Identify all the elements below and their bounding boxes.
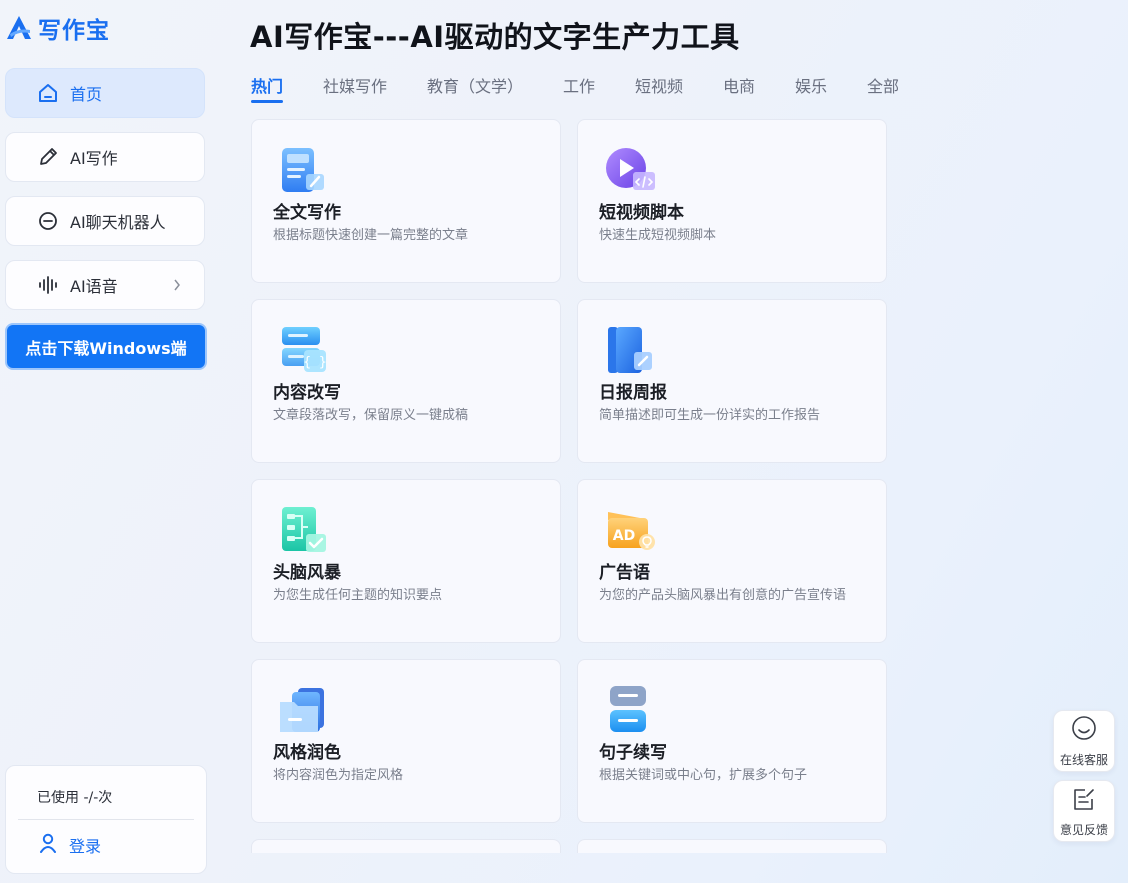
- card-title: 风格润色: [273, 743, 341, 763]
- usage-count: 已使用 -/-次: [37, 790, 113, 806]
- card-title: 全文写作: [273, 203, 341, 223]
- sentence-continue-icon: [610, 686, 646, 732]
- tool-card-ad-slogan[interactable]: AD 广告语 为您的产品头脑风暴出有创意的广告宣传语: [577, 479, 887, 643]
- download-windows-button[interactable]: 点击下载Windows端: [5, 323, 207, 370]
- sidebar-item-ai-writing[interactable]: AI写作: [5, 132, 205, 182]
- chat-icon: [36, 209, 60, 233]
- online-service-label: 在线客服: [1059, 752, 1108, 767]
- brand-name: 写作宝: [38, 18, 110, 44]
- brainstorm-icon: [282, 507, 326, 552]
- card-title: 短视频脚本: [599, 203, 684, 223]
- tool-card-daily-report[interactable]: 日报周报 简单描述即可生成一份详实的工作报告: [577, 299, 887, 463]
- tab-short-video[interactable]: 短视频: [635, 73, 683, 97]
- tab-entertainment[interactable]: 娱乐: [795, 73, 827, 97]
- tool-card-partial[interactable]: [577, 839, 887, 853]
- card-title: 句子续写: [599, 743, 667, 763]
- svg-text:{ }: { }: [303, 355, 326, 370]
- card-description: 为您的产品头脑风暴出有创意的广告宣传语: [599, 588, 847, 603]
- card-description: 快速生成短视频脚本: [599, 228, 717, 243]
- tool-card-content-rewrite[interactable]: { } 内容改写 文章段落改写，保留原义一键成稿: [251, 299, 561, 463]
- tool-card-style-polish[interactable]: 风格润色 将内容润色为指定风格: [251, 659, 561, 823]
- sidebar-item-ai-voice[interactable]: AI语音: [5, 260, 205, 310]
- online-service-button[interactable]: 在线客服: [1053, 710, 1115, 772]
- sidebar-item-ai-chatbot[interactable]: AI聊天机器人: [5, 196, 205, 246]
- video-script-icon: [606, 148, 655, 190]
- divider: [18, 819, 194, 820]
- card-title: 头脑风暴: [273, 563, 341, 583]
- ad-slogan-icon: AD: [608, 512, 655, 550]
- style-polish-icon: [280, 688, 324, 732]
- document-write-icon: [282, 148, 324, 192]
- tab-social-media[interactable]: 社媒写作: [323, 73, 387, 97]
- report-icon: [608, 327, 652, 373]
- page-title: AI写作宝---AI驱动的文字生产力工具: [250, 20, 740, 54]
- card-title: 广告语: [599, 563, 650, 583]
- feedback-button[interactable]: 意见反馈: [1053, 780, 1115, 842]
- pencil-icon: [36, 145, 60, 169]
- login-button[interactable]: 登录: [39, 833, 101, 857]
- user-panel: 已使用 -/-次 登录: [5, 765, 207, 874]
- home-icon: [36, 81, 60, 105]
- smile-face-icon: [1070, 715, 1098, 747]
- card-description: 根据关键词或中心句，扩展多个句子: [599, 768, 808, 783]
- sidebar-item-label: AI聊天机器人: [70, 213, 166, 232]
- tool-card-video-script[interactable]: 短视频脚本 快速生成短视频脚本: [577, 119, 887, 283]
- tool-card-full-article[interactable]: 全文写作 根据标题快速创建一篇完整的文章: [251, 119, 561, 283]
- brand-logo[interactable]: 写作宝: [4, 12, 110, 44]
- tool-card-sentence-continue[interactable]: 句子续写 根据关键词或中心句，扩展多个句子: [577, 659, 887, 823]
- card-description: 根据标题快速创建一篇完整的文章: [273, 228, 469, 243]
- sidebar-item-home[interactable]: 首页: [5, 68, 205, 118]
- sidebar-item-label: AI写作: [70, 149, 118, 168]
- feedback-label: 意见反馈: [1059, 822, 1108, 837]
- tab-ecommerce[interactable]: 电商: [723, 73, 755, 97]
- login-label: 登录: [69, 837, 102, 856]
- card-description: 将内容润色为指定风格: [273, 768, 404, 783]
- card-description: 为您生成任何主题的知识要点: [273, 588, 443, 603]
- chevron-right-icon: [172, 277, 182, 297]
- sidebar-item-label: AI语音: [70, 277, 118, 296]
- card-title: 日报周报: [599, 383, 667, 403]
- brand-logo-icon: [7, 16, 31, 39]
- tab-all[interactable]: 全部: [867, 73, 899, 97]
- tool-card-brainstorm[interactable]: 头脑风暴 为您生成任何主题的知识要点: [251, 479, 561, 643]
- sidebar-item-label: 首页: [70, 85, 103, 104]
- card-description: 文章段落改写，保留原义一键成稿: [273, 408, 469, 423]
- card-description: 简单描述即可生成一份详实的工作报告: [599, 408, 821, 423]
- edit-note-icon: [1070, 785, 1098, 817]
- voice-wave-icon: [36, 273, 60, 297]
- tool-card-partial[interactable]: [251, 839, 561, 853]
- svg-text:AD: AD: [613, 528, 635, 544]
- user-icon: [39, 833, 57, 857]
- card-title: 内容改写: [273, 383, 341, 403]
- tab-work[interactable]: 工作: [563, 73, 595, 97]
- content-rewrite-icon: { }: [282, 327, 327, 372]
- tab-hot[interactable]: 热门: [251, 73, 284, 103]
- tab-education[interactable]: 教育（文学）: [427, 73, 523, 97]
